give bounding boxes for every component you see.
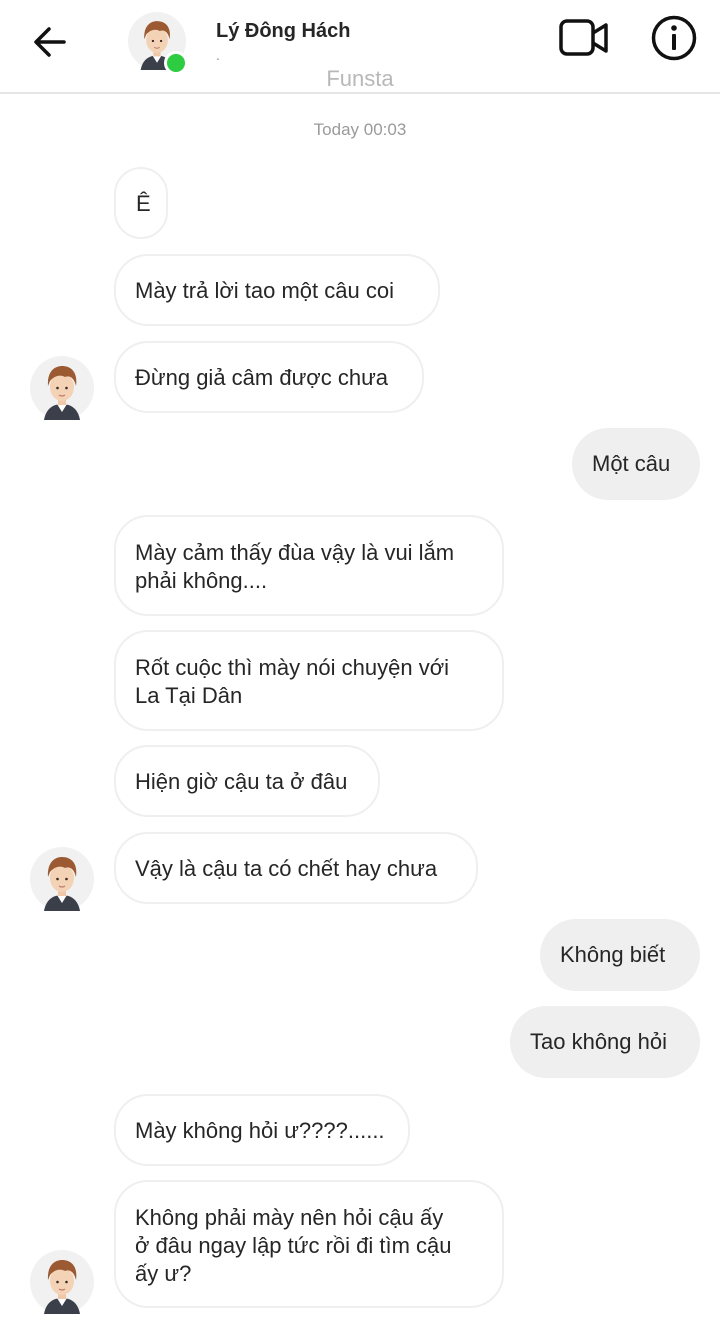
chat-header: Lý Đông Hách . Funsta (0, 0, 720, 94)
back-arrow-icon[interactable] (28, 20, 72, 64)
app-label: Funsta (326, 66, 394, 91)
message-bubble-incoming[interactable]: Đừng giả câm được chưa (114, 341, 424, 413)
info-icon[interactable] (650, 14, 698, 62)
message-bubble-incoming[interactable]: Không phải mày nên hỏi cậu ấy ở đâu ngay… (114, 1180, 504, 1308)
chat-timestamp: Today 00:03 (313, 120, 407, 139)
message-bubble-outgoing[interactable]: Một câu (572, 428, 700, 500)
contact-subtitle: . (216, 47, 220, 63)
contact-name[interactable]: Lý Đông Hách (216, 20, 350, 43)
message-bubble-incoming[interactable]: Vậy là cậu ta có chết hay chưa (114, 832, 478, 904)
message-bubble-incoming[interactable]: Hiện giờ cậu ta ở đâu (114, 745, 380, 817)
contact-avatar[interactable] (30, 356, 94, 420)
message-bubble-incoming[interactable]: Mày không hỏi ư????...... (114, 1094, 410, 1166)
message-bubble-incoming[interactable]: Ê (114, 167, 168, 239)
message-bubble-incoming[interactable]: Mày trả lời tao một câu coi (114, 254, 440, 326)
message-bubble-incoming[interactable]: Mày cảm thấy đùa vậy là vui lắm phải khô… (114, 515, 504, 616)
message-bubble-outgoing[interactable]: Tao không hỏi (510, 1006, 700, 1078)
message-bubble-incoming[interactable]: Rốt cuộc thì mày nói chuyện với La Tại D… (114, 630, 504, 731)
contact-avatar[interactable] (30, 847, 94, 911)
video-call-icon[interactable] (558, 16, 610, 60)
contact-avatar[interactable] (30, 1250, 94, 1314)
message-bubble-outgoing[interactable]: Không biết (540, 919, 700, 991)
